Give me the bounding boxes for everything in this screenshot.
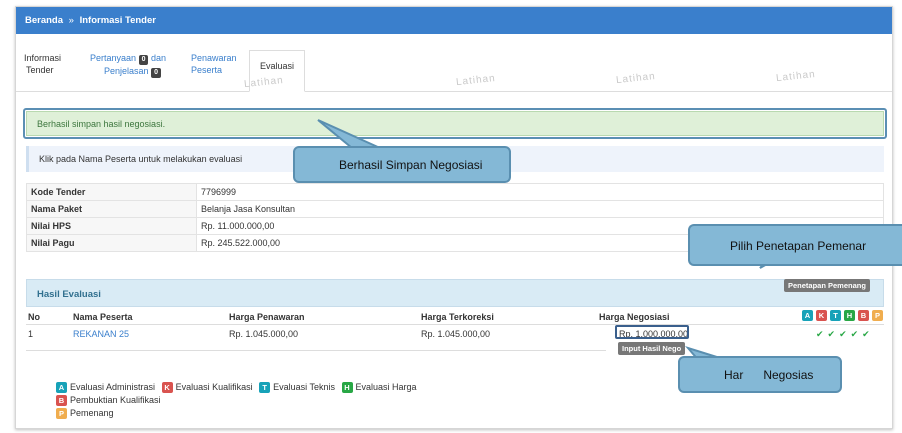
- callout-berhasil-simpan: Berhasil Simpan Negosiasi: [293, 146, 511, 183]
- callout-arrow-simpan: [317, 119, 381, 149]
- callout-harga-negosiasi: Har Negosias: [678, 356, 842, 393]
- callout-penetapan: Pilih Penetapan Pemenar: [688, 224, 902, 266]
